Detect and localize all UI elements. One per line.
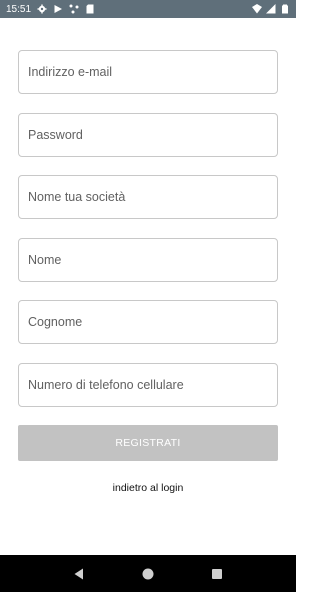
registration-form: [18, 50, 278, 425]
signal-icon: [266, 4, 276, 14]
email-input[interactable]: [28, 65, 268, 79]
status-time: 15:51: [6, 3, 32, 15]
password-input[interactable]: [28, 127, 268, 142]
password-field[interactable]: [18, 112, 278, 157]
sd-card-icon: [85, 4, 95, 14]
first-name-input[interactable]: [28, 252, 268, 267]
first-name-field[interactable]: [18, 237, 278, 282]
recents-icon[interactable]: [209, 566, 225, 582]
company-field[interactable]: [18, 175, 278, 219]
status-left: 15:51: [6, 4, 95, 15]
status-right: [252, 4, 290, 14]
back-to-login-link[interactable]: indietro al login: [0, 482, 296, 494]
play-store-icon: [53, 4, 63, 14]
phone-input[interactable]: [28, 377, 268, 392]
phone-field[interactable]: [18, 362, 278, 407]
back-icon[interactable]: [71, 566, 87, 582]
status-bar: 15:51: [0, 0, 296, 18]
email-field[interactable]: [18, 50, 278, 94]
register-button[interactable]: REGISTRATI: [18, 425, 278, 461]
company-input[interactable]: [28, 190, 268, 204]
gear-icon: [37, 4, 47, 14]
last-name-input[interactable]: [28, 315, 268, 329]
battery-icon: [280, 4, 290, 14]
navigation-bar: [0, 555, 296, 592]
network-icon: [69, 4, 79, 14]
wifi-icon: [252, 4, 262, 14]
home-icon[interactable]: [140, 566, 156, 582]
last-name-field[interactable]: [18, 300, 278, 344]
